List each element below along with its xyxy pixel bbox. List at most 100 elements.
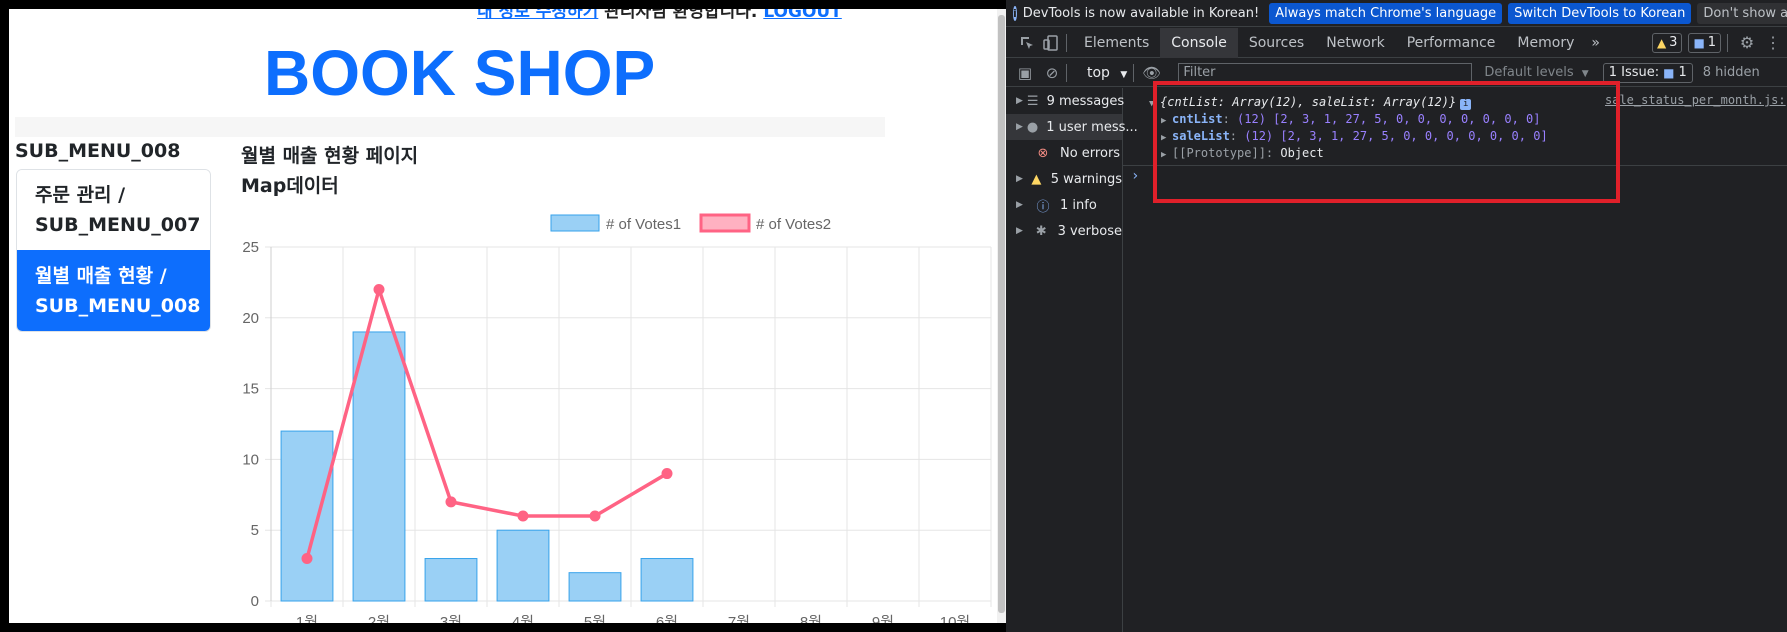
tab-console[interactable]: Console (1160, 27, 1238, 58)
sidebar-item-label: 3 verbose (1057, 223, 1122, 239)
web-page: 내 정보 수정하기 관리자님 환영합니다. LOGOUT BOOK SHOP S… (9, 9, 1006, 623)
log-levels-label: Default levels (1484, 65, 1574, 80)
warning-icon: ▲ (1656, 35, 1667, 50)
infobar-message: DevTools is now available in Korean! (1022, 5, 1260, 21)
y-tick-label: 5 (251, 522, 259, 539)
x-tick-label: 9월 (872, 614, 894, 623)
bar-2월 (352, 331, 406, 602)
warning-icon: ▲ (1031, 171, 1042, 187)
info-icon: ⓘ (1036, 199, 1050, 215)
bug-icon: ✱ (1035, 223, 1047, 239)
inspect-element-icon[interactable] (1018, 34, 1036, 52)
log-levels-select[interactable]: Default levels ▼ (1484, 65, 1588, 80)
side-menu-item-order[interactable]: 주문 관리 / SUB_MENU_007 (17, 170, 210, 250)
tab-elements[interactable]: Elements (1073, 28, 1160, 58)
bar-5월 (568, 572, 622, 602)
sidebar-item-user-messages[interactable]: ▶ ● 1 user mess... (1006, 114, 1138, 140)
dropdown-arrow-icon: ▼ (1581, 69, 1589, 79)
tab-memory[interactable]: Memory (1506, 28, 1585, 58)
clear-console-icon[interactable]: ⊘ (1044, 64, 1060, 82)
expand-caret-icon: ▶ (1016, 174, 1023, 184)
issues-button[interactable]: 1 Issue: ■ 1 (1602, 62, 1693, 83)
line-point-4월 (517, 510, 529, 522)
toolbar-divider (1066, 33, 1067, 52)
top-links: 내 정보 수정하기 관리자님 환영합니다. LOGOUT (477, 9, 842, 22)
more-options-icon[interactable]: ⋮ (1764, 33, 1782, 52)
page-scrollbar[interactable] (997, 9, 1006, 623)
sidebar-item-label: 1 info (1060, 197, 1097, 213)
side-menu-item-monthly-sales[interactable]: 월별 매출 현황 / SUB_MENU_008 (17, 250, 210, 331)
header-divider (15, 117, 885, 137)
x-tick-label: 10월 (940, 614, 971, 623)
more-tabs-button[interactable]: » (1585, 28, 1606, 58)
x-tick-label: 4월 (512, 614, 534, 623)
bar-4월 (496, 529, 550, 602)
language-infobar: i DevTools is now available in Korean! A… (1006, 0, 1787, 27)
expand-caret-icon: ▶ (1016, 96, 1023, 106)
line-point-6월 (661, 468, 673, 480)
sales-chart: 05101520251월2월3월4월5월6월7월8월9월10월11# of Vo… (242, 213, 992, 623)
brand-title[interactable]: BOOK SHOP (264, 36, 655, 110)
issues-label: 1 Issue: (1608, 65, 1660, 80)
y-tick-label: 20 (242, 310, 259, 327)
switch-korean-button[interactable]: Switch DevTools to Korean (1508, 2, 1692, 24)
y-tick-label: 15 (242, 381, 259, 398)
hidden-messages-count: 8 hidden (1702, 65, 1760, 80)
tab-network[interactable]: Network (1315, 28, 1395, 58)
x-tick-label: 1월 (296, 614, 318, 623)
bar-1월 (280, 430, 334, 602)
match-language-button[interactable]: Always match Chrome's language (1269, 2, 1503, 24)
sidebar-item-verbose[interactable]: ▶ ✱ 3 verbose (1006, 218, 1122, 244)
sidebar-item-info[interactable]: ▶ ⓘ 1 info (1006, 192, 1122, 218)
x-tick-label: 5월 (584, 614, 606, 623)
bar-3월 (424, 558, 478, 602)
messages-count: 1 (1707, 35, 1717, 50)
tab-performance[interactable]: Performance (1396, 28, 1507, 58)
sidebar-item-warnings[interactable]: ▶ ▲ 5 warnings (1006, 166, 1122, 192)
dropdown-arrow-icon: ▼ (1120, 69, 1128, 80)
line-point-1월 (301, 553, 313, 565)
sidebar-item-label: 5 warnings (1050, 171, 1122, 187)
legend-label: # of Votes2 (756, 216, 831, 233)
x-tick-label: 8월 (800, 614, 822, 623)
live-expression-eye-icon[interactable]: 👁 (1142, 64, 1161, 82)
logout-link[interactable]: LOGOUT (763, 9, 841, 22)
sidebar-item-errors[interactable]: ⊗ No errors (1006, 140, 1122, 166)
edit-info-link[interactable]: 내 정보 수정하기 (477, 9, 598, 22)
console-sidebar: ▶ ☰ 9 messages ▶ ● 1 user mess... ⊗ No e… (1006, 88, 1138, 632)
x-tick-label: 3월 (440, 614, 462, 623)
sidebar-toggle-icon[interactable]: ▣ (1017, 64, 1033, 82)
toolbar-divider (1066, 63, 1067, 82)
expand-caret-icon: ▶ (1016, 200, 1023, 210)
warnings-count: 3 (1669, 35, 1678, 50)
issue-icon: ■ (1663, 65, 1675, 80)
side-menu: 주문 관리 / SUB_MENU_007 월별 매출 현황 / SUB_MENU… (16, 169, 211, 332)
list-icon: ☰ (1026, 93, 1039, 109)
error-icon: ⊗ (1037, 145, 1049, 161)
context-value: top (1087, 64, 1110, 81)
welcome-text: 관리자님 환영합니다. (604, 9, 758, 22)
context-select[interactable]: top ▼ (1087, 65, 1127, 81)
sidebar-item-label: 9 messages (1046, 93, 1125, 109)
console-prompt[interactable]: › (1131, 168, 1139, 184)
x-tick-label: 2월 (368, 614, 390, 623)
scrollbar-thumb[interactable] (998, 15, 1005, 613)
user-icon: ● (1026, 119, 1039, 135)
device-toolbar-icon[interactable] (1042, 34, 1060, 52)
x-tick-label: 7월 (728, 614, 750, 623)
line-point-3월 (445, 496, 457, 508)
y-tick-label: 10 (242, 451, 259, 468)
tab-sources[interactable]: Sources (1238, 28, 1315, 58)
y-tick-label: 25 (242, 239, 259, 256)
messages-counter[interactable]: ■ 1 (1688, 32, 1722, 53)
sidebar-item-messages[interactable]: ▶ ☰ 9 messages (1006, 88, 1125, 114)
legend-swatch-votes1 (550, 214, 600, 232)
filter-input[interactable] (1178, 62, 1473, 83)
warnings-counter[interactable]: ▲ 3 (1651, 32, 1683, 53)
source-link[interactable]: sale_status_per_month.js: (1605, 93, 1786, 107)
settings-gear-icon[interactable]: ⚙ (1738, 33, 1756, 52)
bar-6월 (640, 558, 694, 602)
dont-show-again-button[interactable]: Don't show again (1697, 2, 1787, 24)
legend-swatch-votes2 (699, 213, 751, 233)
expand-caret-icon: ▶ (1016, 122, 1023, 132)
